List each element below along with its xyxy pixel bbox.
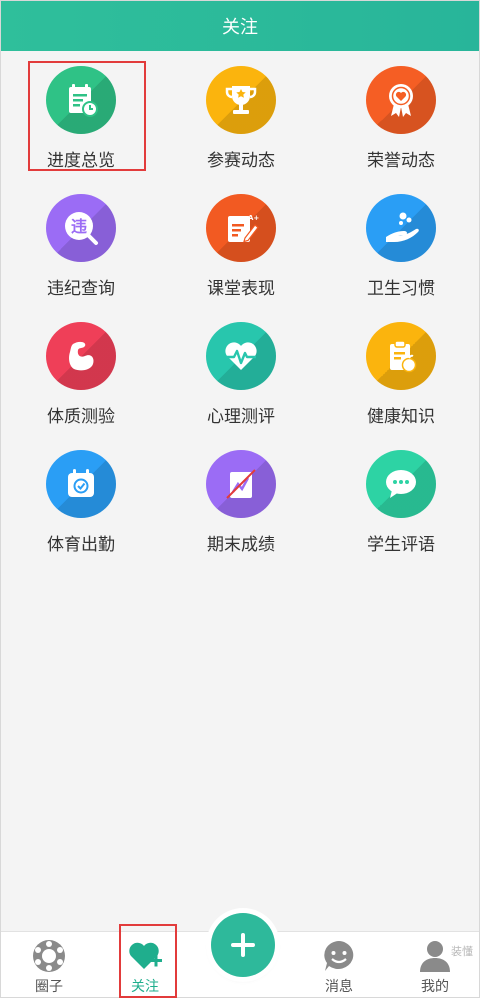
chart-grade-icon	[206, 450, 276, 518]
grid-item-attendance[interactable]: 体育出勤	[6, 435, 156, 555]
watermark: 装懂	[451, 945, 473, 958]
grid-item-violation[interactable]: 违 违纪查询	[6, 179, 156, 299]
violation-search-icon: 违	[46, 194, 116, 262]
tab-label: 圈子	[35, 979, 63, 995]
chat-bubble-icon	[366, 450, 436, 518]
tab-circle[interactable]: 圈子	[9, 932, 89, 998]
tab-label: 消息	[325, 979, 353, 995]
grid-item-classroom[interactable]: A+ 课堂表现	[166, 179, 316, 299]
add-button[interactable]	[211, 913, 275, 977]
tab-label: 我的	[421, 979, 449, 995]
page-title: 关注	[222, 17, 258, 38]
muscle-arm-icon	[46, 322, 116, 390]
circle-group-icon	[33, 940, 65, 972]
grid-item-hygiene[interactable]: 卫生习惯	[326, 179, 476, 299]
grid-item-label: 卫生习惯	[367, 279, 435, 299]
grade-edit-icon: A+	[206, 194, 276, 262]
tab-messages[interactable]: 消息	[299, 932, 379, 998]
grid-item-psychology[interactable]: 心理测评	[166, 307, 316, 427]
grid-item-student-comments[interactable]: 学生评语	[326, 435, 476, 555]
top-header: 关注	[1, 1, 479, 51]
hand-bubbles-icon	[366, 194, 436, 262]
grid-item-label: 荣誉动态	[367, 151, 435, 171]
grid-item-final-grades[interactable]: 期末成绩	[166, 435, 316, 555]
grid-item-label: 期末成绩	[207, 535, 275, 555]
calendar-check-icon	[46, 450, 116, 518]
message-face-icon	[324, 941, 354, 971]
highlight-box-follow-tab	[119, 924, 177, 998]
grid-item-honor[interactable]: 荣誉动态	[326, 51, 476, 171]
user-profile-icon	[420, 941, 450, 972]
tab-mine[interactable]: 我的	[395, 932, 475, 998]
grid-item-label: 心理测评	[207, 407, 275, 427]
grid-item-label: 体质测验	[47, 407, 115, 427]
medal-heart-icon	[366, 66, 436, 134]
grid-item-label: 体育出勤	[47, 535, 115, 555]
svg-text:违: 违	[71, 217, 87, 236]
svg-text:A+: A+	[248, 214, 259, 222]
heart-pulse-icon	[206, 322, 276, 390]
grid-item-label: 健康知识	[367, 407, 435, 427]
clipboard-apple-icon	[366, 322, 436, 390]
grid-item-physical[interactable]: 体质测验	[6, 307, 156, 427]
plus-icon	[231, 933, 255, 957]
grid-item-label: 课堂表现	[207, 279, 275, 299]
grid-item-label: 学生评语	[367, 535, 435, 555]
grid-item-label: 违纪查询	[47, 279, 115, 299]
grid-item-label: 参赛动态	[207, 151, 275, 171]
grid-item-competition[interactable]: 参赛动态	[166, 51, 316, 171]
trophy-icon	[206, 66, 276, 134]
grid-item-health[interactable]: 健康知识	[326, 307, 476, 427]
